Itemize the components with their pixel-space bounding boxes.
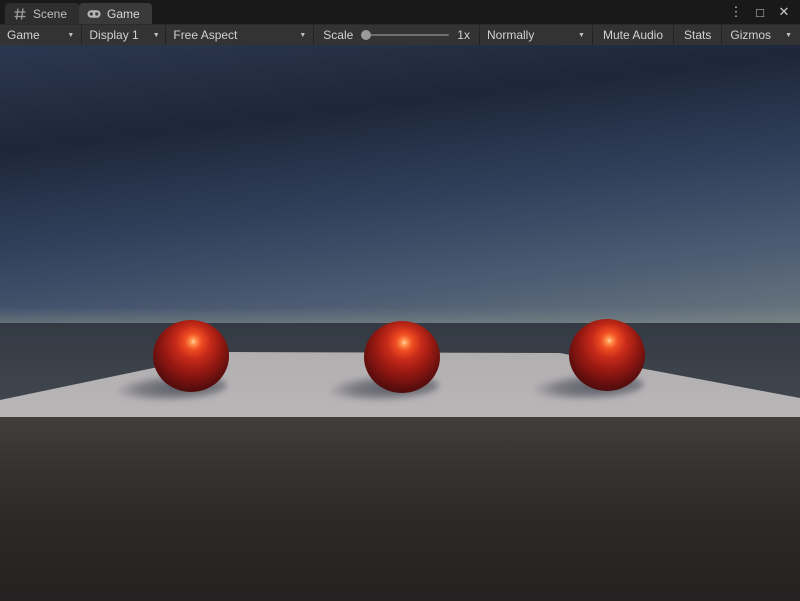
- panel-menu-icon[interactable]: ⋮: [726, 2, 746, 22]
- tab-label: Scene: [33, 7, 67, 21]
- red-sphere: [569, 319, 645, 391]
- scale-label: Scale: [323, 28, 353, 42]
- chevron-down-icon: ▼: [570, 32, 585, 39]
- aspect-ratio-dropdown[interactable]: Free Aspect ▼: [166, 25, 314, 45]
- grid-icon: [13, 7, 27, 21]
- red-sphere: [153, 320, 229, 392]
- mute-audio-button[interactable]: Mute Audio: [593, 25, 674, 45]
- game-view-toolbar: Game ▼ Display 1 ▼ Free Aspect ▼ Scale 1…: [0, 24, 800, 45]
- display-dropdown[interactable]: Display 1 ▼: [82, 25, 166, 45]
- tab-label: Game: [107, 7, 140, 21]
- chevron-down-icon: ▼: [777, 32, 792, 39]
- scale-slider[interactable]: [361, 29, 449, 41]
- chevron-down-icon: ▼: [145, 32, 160, 39]
- skybox-sky: [0, 45, 800, 323]
- window-controls: ⋮ □ ✕: [726, 0, 800, 24]
- close-icon[interactable]: ✕: [774, 2, 794, 22]
- foreground-dark-band: [0, 417, 800, 601]
- tab-game[interactable]: Game: [79, 3, 152, 24]
- gizmos-dropdown[interactable]: Gizmos ▼: [722, 25, 800, 45]
- view-mode-dropdown[interactable]: Game ▼: [0, 25, 82, 45]
- play-focus-dropdown[interactable]: Normally ▼: [479, 25, 593, 45]
- tab-bar: Scene Game ⋮ □ ✕: [0, 0, 800, 24]
- tab-scene[interactable]: Scene: [5, 3, 79, 24]
- scale-value: 1x: [457, 28, 470, 42]
- game-viewport[interactable]: [0, 45, 800, 601]
- gamepad-icon: [87, 7, 101, 21]
- maximize-icon[interactable]: □: [750, 2, 770, 22]
- chevron-down-icon: ▼: [291, 32, 306, 39]
- red-sphere: [364, 321, 440, 393]
- chevron-down-icon: ▼: [59, 32, 74, 39]
- game-panel: Scene Game ⋮ □ ✕ Game ▼ Display 1 ▼: [0, 0, 800, 601]
- toolbar-right-group: Normally ▼ Mute Audio Stats Gizmos ▼: [479, 25, 800, 45]
- stats-button[interactable]: Stats: [674, 25, 722, 45]
- scale-control: Scale 1x: [314, 25, 479, 45]
- slider-knob[interactable]: [361, 30, 371, 40]
- slider-track[interactable]: [361, 34, 449, 36]
